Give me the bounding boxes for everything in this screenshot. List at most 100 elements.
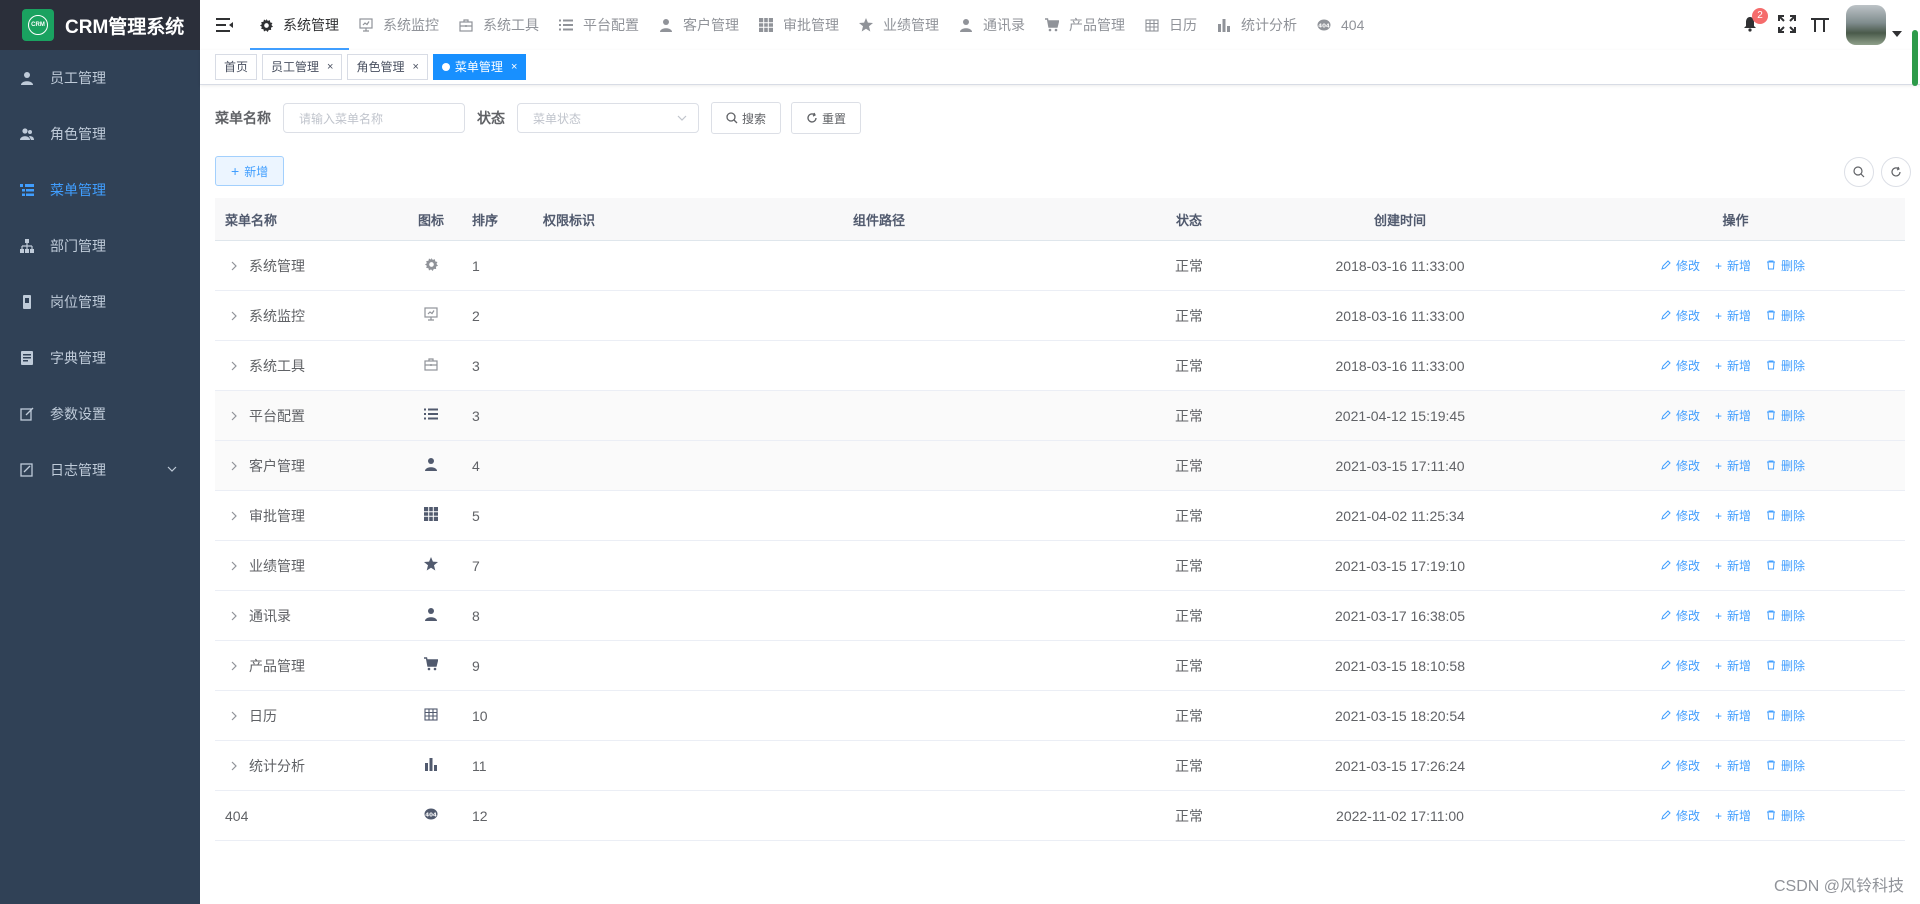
sidebar-item[interactable]: 日志管理 (0, 442, 200, 498)
delete-row-button[interactable]: 删除 (1766, 509, 1810, 523)
delete-row-button[interactable]: 删除 (1766, 409, 1810, 423)
table-row[interactable]: 客户管理 4 正常 2021-03-15 17:11:40 修改 + 新增 删除 (215, 440, 1905, 491)
add-row-button[interactable]: + 新增 (1715, 459, 1756, 473)
add-button[interactable]: + 新增 (215, 156, 285, 186)
search-button[interactable]: 搜索 (711, 102, 782, 134)
chevron-right-icon[interactable] (229, 608, 241, 624)
chevron-right-icon[interactable] (229, 408, 241, 424)
delete-row-button[interactable]: 删除 (1766, 759, 1810, 773)
chevron-right-icon[interactable] (229, 308, 241, 324)
table-row[interactable]: 业绩管理 7 正常 2021-03-15 17:19:10 修改 + 新增 删除 (215, 540, 1905, 591)
add-row-button[interactable]: + 新增 (1715, 809, 1756, 823)
menu-name-input[interactable]: 请输入菜单名称 (283, 103, 465, 133)
chevron-right-icon[interactable] (229, 258, 241, 274)
delete-row-button[interactable]: 删除 (1766, 659, 1810, 673)
table-row[interactable]: 系统工具 3 正常 2018-03-16 11:33:00 修改 + 新增 删除 (215, 340, 1905, 391)
add-row-button[interactable]: + 新增 (1715, 609, 1756, 623)
delete-row-button[interactable]: 删除 (1766, 809, 1810, 823)
sidebar-item[interactable]: 部门管理 (0, 218, 200, 274)
refresh-table-button[interactable] (1881, 157, 1911, 187)
add-row-button[interactable]: + 新增 (1715, 559, 1756, 573)
delete-row-button[interactable]: 删除 (1766, 459, 1810, 473)
table-row[interactable]: 系统管理 1 正常 2018-03-16 11:33:00 修改 + 新增 删除 (215, 240, 1905, 291)
table-row[interactable]: 通讯录 8 正常 2021-03-17 16:38:05 修改 + 新增 删除 (215, 590, 1905, 641)
delete-row-button[interactable]: 删除 (1766, 309, 1810, 323)
edit-row-button[interactable]: 修改 (1661, 509, 1705, 523)
table-row[interactable]: 产品管理 9 正常 2021-03-15 18:10:58 修改 + 新增 删除 (215, 640, 1905, 691)
tags-view-item[interactable]: 角色管理 × (347, 54, 428, 80)
add-row-button[interactable]: + 新增 (1715, 309, 1756, 323)
topnav-item[interactable]: 审批管理 (749, 0, 849, 50)
topnav-item[interactable]: 统计分析 (1207, 0, 1307, 50)
tags-view-item[interactable]: 菜单管理 × (432, 54, 527, 80)
fullscreen-icon[interactable] (1778, 14, 1796, 36)
topnav-item[interactable]: 系统工具 (449, 0, 549, 50)
sidebar-item[interactable]: 字典管理 (0, 330, 200, 386)
sidebar-item[interactable]: 参数设置 (0, 386, 200, 442)
topnav-item[interactable]: 系统监控 (349, 0, 449, 50)
close-icon[interactable]: × (511, 55, 517, 79)
delete-row-button[interactable]: 删除 (1766, 259, 1810, 273)
sidebar-item[interactable]: 岗位管理 (0, 274, 200, 330)
topnav-item[interactable]: 业绩管理 (849, 0, 949, 50)
add-row-button[interactable]: + 新增 (1715, 509, 1756, 523)
chevron-right-icon[interactable] (229, 708, 241, 724)
edit-row-button[interactable]: 修改 (1661, 609, 1705, 623)
add-row-button[interactable]: + 新增 (1715, 659, 1756, 673)
delete-row-button[interactable]: 删除 (1766, 709, 1810, 723)
edit-row-button[interactable]: 修改 (1661, 409, 1705, 423)
caret-down-icon[interactable] (1892, 24, 1902, 40)
logo-bar[interactable]: CRM CRM管理系统 (0, 0, 200, 50)
add-row-button[interactable]: + 新增 (1715, 259, 1756, 273)
add-row-button[interactable]: + 新增 (1715, 709, 1756, 723)
close-icon[interactable]: × (412, 55, 418, 79)
add-row-button[interactable]: + 新增 (1715, 759, 1756, 773)
edit-row-button[interactable]: 修改 (1661, 359, 1705, 373)
user-avatar[interactable] (1846, 5, 1886, 45)
chevron-right-icon[interactable] (229, 358, 241, 374)
reset-button[interactable]: 重置 (791, 102, 862, 134)
delete-row-button[interactable]: 删除 (1766, 559, 1810, 573)
chevron-right-icon[interactable] (229, 558, 241, 574)
table-row[interactable]: 平台配置 3 正常 2021-04-12 15:19:45 修改 + 新增 删除 (215, 390, 1905, 441)
edit-row-button[interactable]: 修改 (1661, 309, 1705, 323)
topnav-item[interactable]: 通讯录 (949, 0, 1035, 50)
add-row-button[interactable]: + 新增 (1715, 359, 1756, 373)
edit-row-button[interactable]: 修改 (1661, 709, 1705, 723)
sidebar-item[interactable]: 菜单管理 (0, 162, 200, 218)
topnav-item[interactable]: 404 404 (1307, 0, 1374, 50)
table-row[interactable]: 统计分析 11 正常 2021-03-15 17:26:24 修改 + 新增 删除 (215, 740, 1905, 791)
edit-row-button[interactable]: 修改 (1661, 259, 1705, 273)
font-size-icon[interactable] (1810, 14, 1830, 37)
topnav-item[interactable]: 产品管理 (1035, 0, 1135, 50)
close-icon[interactable]: × (327, 55, 333, 79)
topnav-item[interactable]: 系统管理 (250, 0, 349, 50)
sidebar-item[interactable]: 员工管理 (0, 50, 200, 106)
table-row[interactable]: 404 404 12 正常 2022-11-02 17:11:00 修改 + 新增 删除 (215, 790, 1905, 841)
chevron-right-icon[interactable] (229, 508, 241, 524)
topnav-item[interactable]: 客户管理 (649, 0, 749, 50)
topnav-item[interactable]: 日历 (1135, 0, 1207, 50)
hamburger-icon[interactable] (216, 16, 234, 34)
delete-row-button[interactable]: 删除 (1766, 359, 1810, 373)
table-row[interactable]: 系统监控 2 正常 2018-03-16 11:33:00 修改 + 新增 删除 (215, 290, 1905, 341)
edit-row-button[interactable]: 修改 (1661, 759, 1705, 773)
toggle-search-button[interactable] (1844, 157, 1874, 187)
sidebar-item[interactable]: 角色管理 (0, 106, 200, 162)
table-row[interactable]: 审批管理 5 正常 2021-04-02 11:25:34 修改 + 新增 删除 (215, 490, 1905, 541)
edit-row-button[interactable]: 修改 (1661, 559, 1705, 573)
chevron-right-icon[interactable] (229, 658, 241, 674)
notification-bell[interactable]: 2 (1742, 7, 1768, 35)
edit-row-button[interactable]: 修改 (1661, 809, 1705, 823)
page-scrollbar[interactable] (1912, 30, 1918, 86)
tags-view-item[interactable]: 首页 (215, 54, 258, 80)
chevron-right-icon[interactable] (229, 758, 241, 774)
topnav-item[interactable]: 平台配置 (549, 0, 649, 50)
add-row-button[interactable]: + 新增 (1715, 409, 1756, 423)
edit-row-button[interactable]: 修改 (1661, 459, 1705, 473)
table-row[interactable]: 日历 10 正常 2021-03-15 18:20:54 修改 + 新增 删除 (215, 690, 1905, 741)
tags-view-item[interactable]: 员工管理 × (262, 54, 343, 80)
status-select[interactable]: 菜单状态 (517, 103, 699, 133)
edit-row-button[interactable]: 修改 (1661, 659, 1705, 673)
delete-row-button[interactable]: 删除 (1766, 609, 1810, 623)
